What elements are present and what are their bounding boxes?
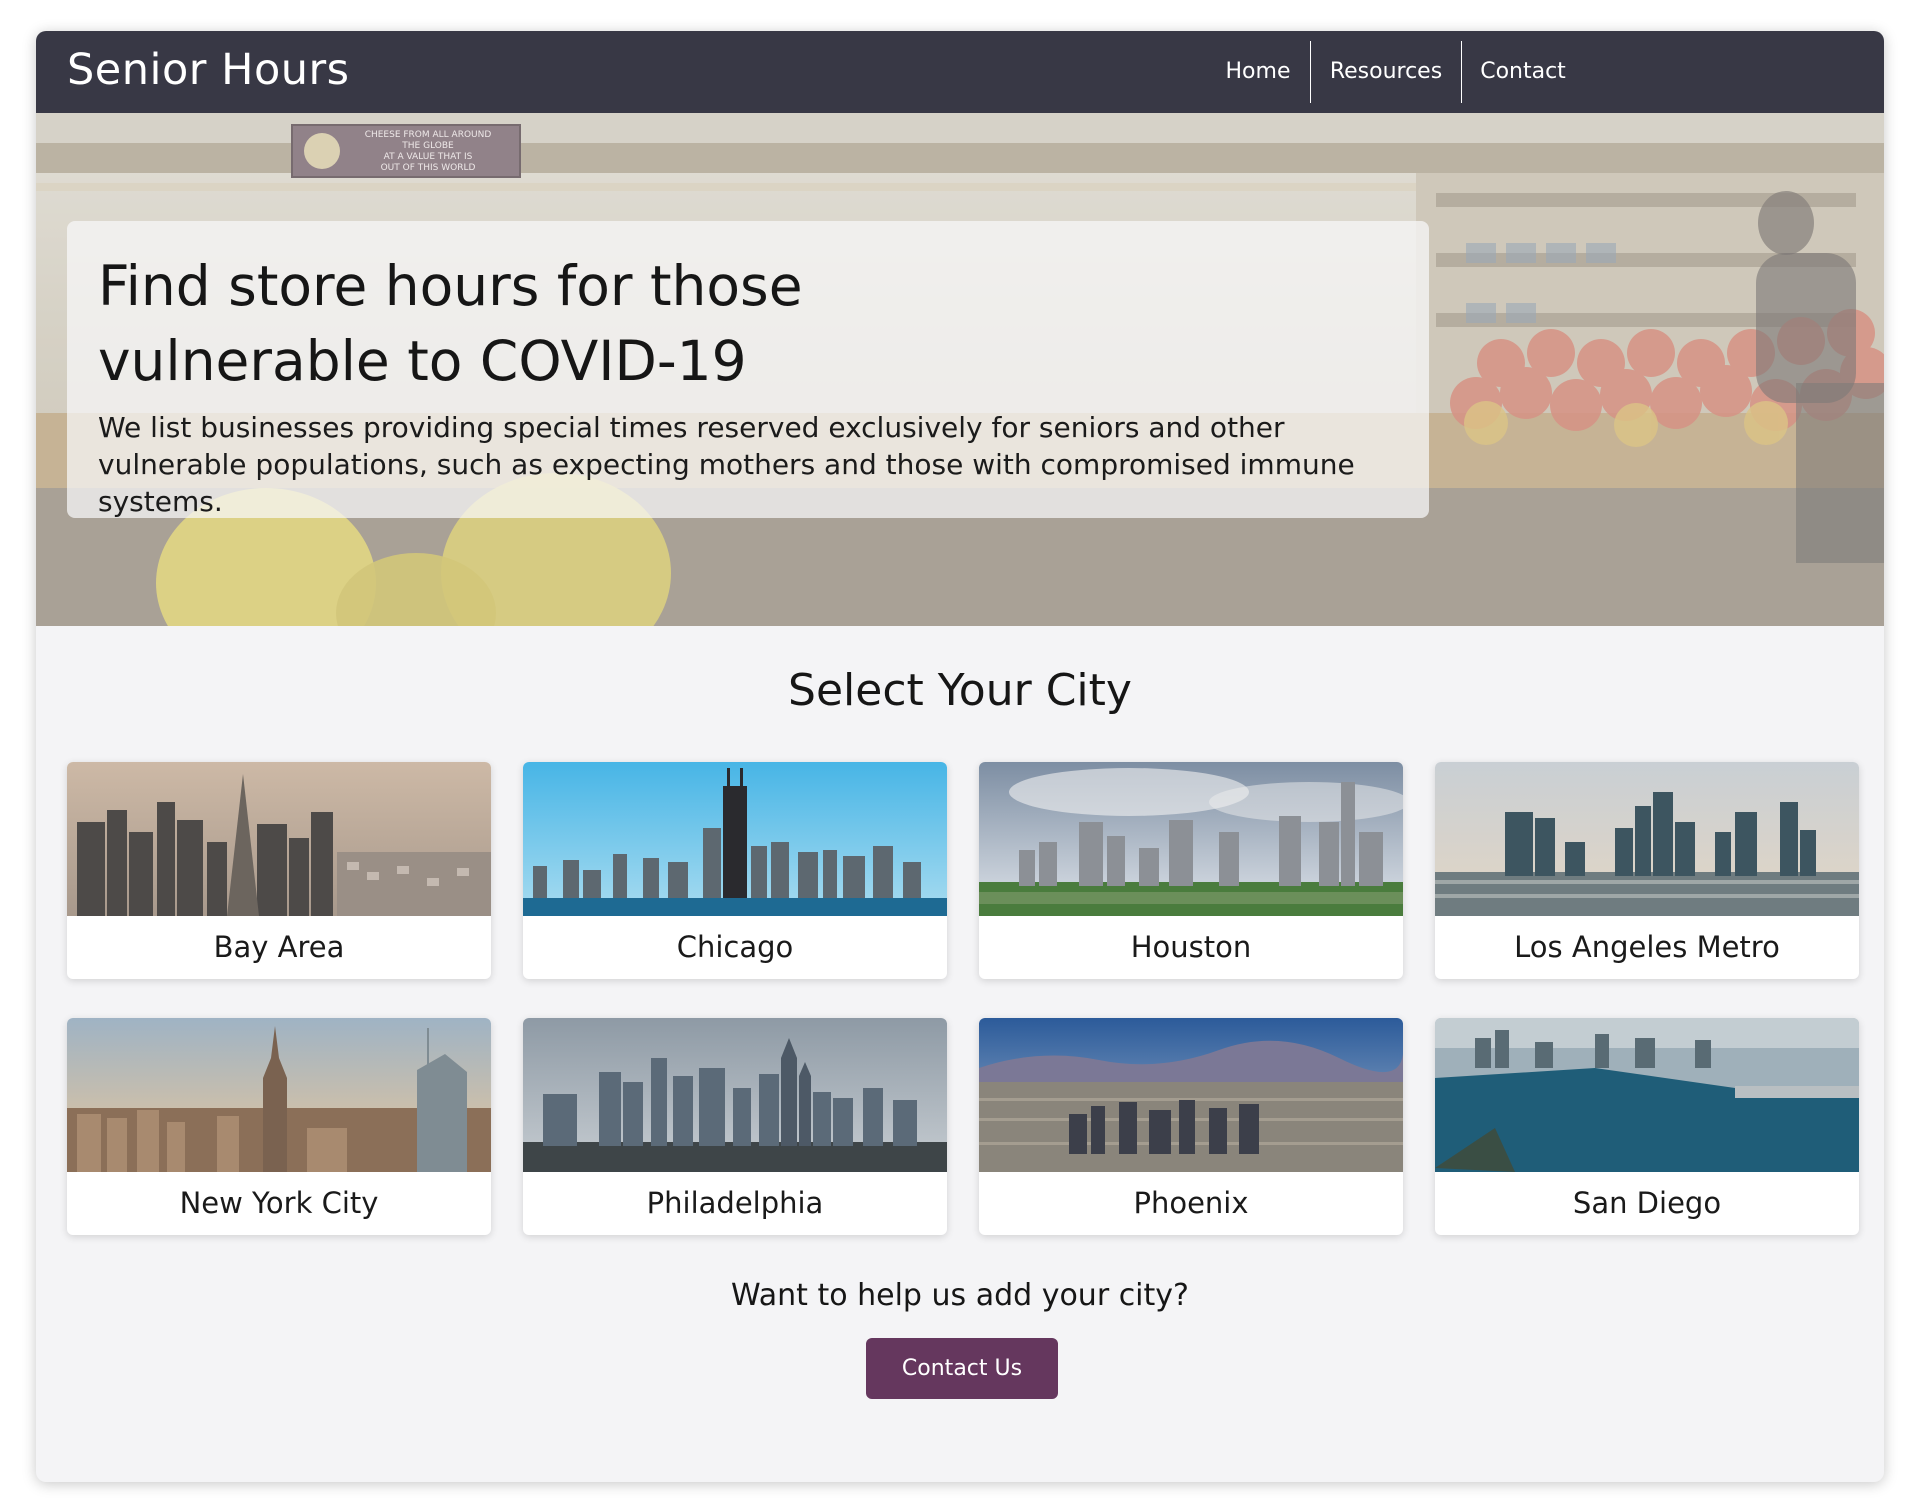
city-card-chicago[interactable]: Chicago: [523, 762, 947, 979]
city-image-san-diego: [1435, 1018, 1859, 1172]
site-logo[interactable]: Senior Hours: [67, 45, 350, 95]
city-card-bay-area[interactable]: Bay Area: [67, 762, 491, 979]
city-name: Los Angeles Metro: [1514, 930, 1780, 964]
city-name: Bay Area: [213, 930, 345, 964]
select-city-heading: Select Your City: [788, 665, 1132, 716]
city-name: Chicago: [676, 930, 794, 964]
city-card-philadelphia[interactable]: Philadelphia: [523, 1018, 947, 1235]
navbar: Senior Hours Home Resources Contact: [36, 31, 1884, 113]
city-image-phoenix: [979, 1018, 1403, 1172]
city-card-phoenix[interactable]: Phoenix: [979, 1018, 1403, 1235]
city-card-los-angeles-metro[interactable]: Los Angeles Metro: [1435, 762, 1859, 979]
city-card-new-york-city[interactable]: New York City: [67, 1018, 491, 1235]
browser-page: Senior Hours Home Resources Contact CHEE…: [36, 31, 1884, 1482]
hero-subtitle: We list businesses providing special tim…: [98, 411, 1355, 518]
nav-home[interactable]: Home: [1206, 41, 1310, 103]
city-name: Philadelphia: [646, 1186, 824, 1220]
city-name: New York City: [179, 1186, 379, 1220]
city-image-bay-area: [67, 762, 491, 916]
city-card-houston[interactable]: Houston: [979, 762, 1403, 979]
hero-title: Find store hours for those vulnerable to…: [98, 254, 803, 393]
city-name: Phoenix: [1133, 1186, 1249, 1220]
city-image-philadelphia: [523, 1018, 947, 1172]
city-card-san-diego[interactable]: San Diego: [1435, 1018, 1859, 1235]
hero-card: Find store hours for those vulnerable to…: [67, 221, 1429, 518]
city-name: Houston: [1130, 930, 1252, 964]
city-image-new-york: [67, 1018, 491, 1172]
nav-contact[interactable]: Contact: [1462, 41, 1584, 103]
add-city-prompt: Want to help us add your city?: [731, 1278, 1189, 1313]
city-image-chicago: [523, 762, 947, 916]
city-image-los-angeles: [1435, 762, 1859, 916]
nav-resources[interactable]: Resources: [1311, 41, 1461, 103]
hero-banner: CHEESE FROM ALL AROUND THE GLOBE AT A VA…: [36, 113, 1884, 626]
contact-us-button[interactable]: Contact Us: [866, 1338, 1058, 1399]
city-name: San Diego: [1572, 1186, 1722, 1220]
city-image-houston: [979, 762, 1403, 916]
